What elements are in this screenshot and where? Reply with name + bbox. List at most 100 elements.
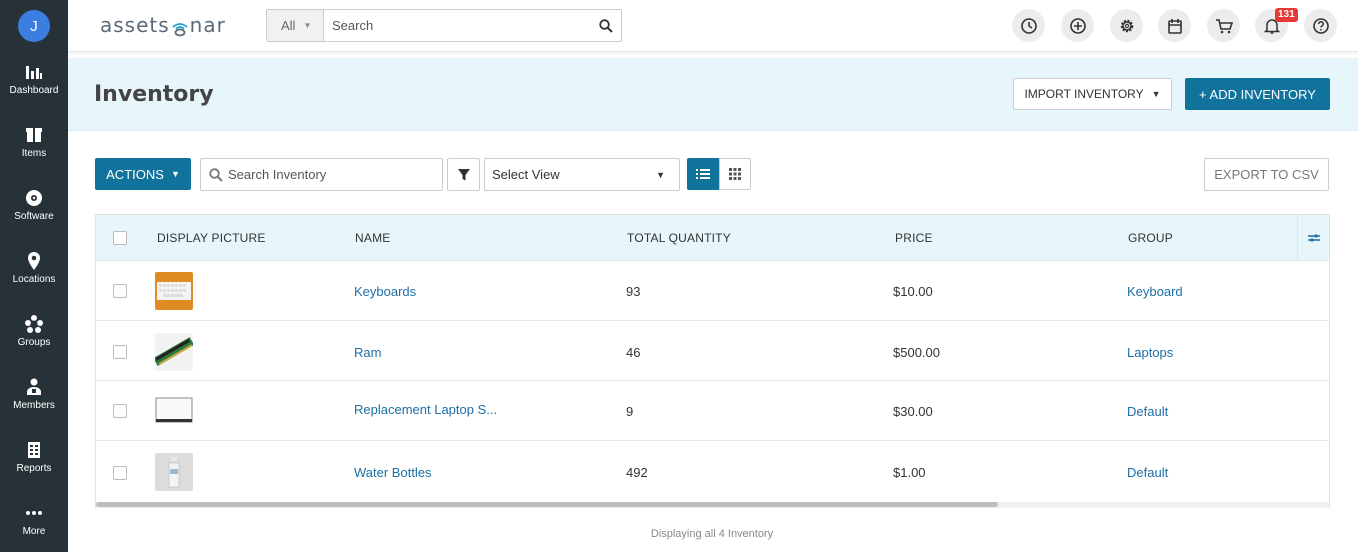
sidebar: J Dashboard Items Software Locations Gro… [0,0,68,552]
members-icon [27,378,41,395]
search-icon[interactable] [591,10,621,41]
column-header[interactable]: PRICE [895,231,933,245]
sidebar-item-label: Dashboard [9,85,59,96]
group-link[interactable]: Laptops [1127,345,1173,360]
add-inventory-button[interactable]: + ADD INVENTORY [1185,78,1330,110]
column-header[interactable]: TOTAL QUANTITY [627,231,731,245]
location-pin-icon [28,252,40,270]
column-header[interactable]: DISPLAY PICTURE [157,231,266,245]
horizontal-scrollbar[interactable] [96,502,1329,508]
page-header-band: Inventory IMPORT INVENTORY ▼ + ADD INVENT… [68,58,1358,131]
quantity-cell: 93 [626,284,641,299]
group-link[interactable]: Default [1127,465,1168,480]
global-search-input[interactable] [324,10,591,41]
settings-gear-icon [1120,19,1133,32]
chevron-down-icon: ▼ [170,169,180,179]
inventory-search [200,158,443,191]
table-row[interactable]: Replacement Laptop S... 9 $30.00 Default [96,381,1329,441]
sidebar-item-label: Software [14,211,54,222]
water-bottle-thumbnail[interactable] [155,453,193,491]
search-scope-select[interactable]: All ▼ [267,10,324,41]
inventory-search-input[interactable] [228,167,428,182]
sidebar-item-label: Groups [17,337,51,348]
settings-button[interactable] [1110,9,1143,42]
column-settings-icon [1307,234,1320,242]
group-link[interactable]: Default [1127,404,1168,419]
export-csv-button[interactable]: EXPORT TO CSV [1204,158,1329,191]
row-checkbox[interactable] [113,284,127,298]
grid-view-button[interactable] [719,158,751,190]
history-button[interactable] [1012,9,1045,42]
sidebar-item-locations[interactable]: Locations [0,251,68,311]
notification-count-badge: 131 [1275,8,1298,22]
user-avatar[interactable]: J [18,10,50,42]
row-checkbox[interactable] [113,404,127,418]
sidebar-item-label: Locations [12,274,56,285]
inventory-name-link[interactable]: Replacement Laptop S... [354,402,497,417]
table-footer-count: Displaying all 4 Inventory [650,528,774,540]
cart-icon [1215,18,1233,33]
help-icon [1312,17,1329,34]
filter-icon [457,168,470,180]
laptop-screen-thumbnail[interactable] [155,392,193,430]
history-icon [1020,17,1037,34]
more-dots-icon [26,511,42,515]
keyboard-thumbnail[interactable] [155,272,193,310]
filter-button[interactable] [447,158,480,191]
sidebar-item-groups[interactable]: Groups [0,314,68,374]
list-view-icon [696,169,710,179]
quantity-cell: 46 [626,345,641,360]
inventory-table: DISPLAY PICTURE NAME TOTAL QUANTITY PRIC… [95,214,1330,508]
list-view-button[interactable] [687,158,719,190]
logo-text-right: nar [189,13,226,37]
search-icon [209,167,223,182]
inventory-name-link[interactable]: Water Bottles [354,465,432,480]
reports-icon [28,442,40,458]
sidebar-item-software[interactable]: Software [0,188,68,248]
table-row[interactable]: Keyboards 93 $10.00 Keyboard [96,261,1329,321]
column-header[interactable]: NAME [355,231,390,245]
help-button[interactable] [1304,9,1337,42]
global-search: All ▼ [266,9,622,42]
row-checkbox[interactable] [113,466,127,480]
software-icon [26,190,42,206]
inventory-name-link[interactable]: Ram [354,345,381,360]
ram-thumbnail[interactable] [155,333,193,371]
logo-text-left: assets [100,13,170,37]
chevron-down-icon: ▼ [1151,89,1161,99]
price-cell: $30.00 [893,404,933,419]
sidebar-item-items[interactable]: Items [0,125,68,185]
price-cell: $500.00 [893,345,940,360]
select-all-checkbox[interactable] [113,231,127,245]
scrollbar-thumb[interactable] [96,502,998,507]
price-cell: $1.00 [893,465,926,480]
sidebar-item-members[interactable]: Members [0,377,68,437]
select-view-dropdown[interactable]: Select View ▼ [484,158,680,191]
quantity-cell: 9 [626,404,634,419]
inventory-name-link[interactable]: Keyboards [354,284,416,299]
assetsonar-logo[interactable]: assets nar [100,13,226,37]
row-checkbox[interactable] [113,345,127,359]
actions-button[interactable]: ACTIONS ▼ [95,158,191,190]
group-link[interactable]: Keyboard [1127,284,1183,299]
sidebar-item-label: Items [21,148,47,159]
cart-button[interactable] [1207,9,1240,42]
import-inventory-button[interactable]: IMPORT INVENTORY ▼ [1013,78,1172,110]
sidebar-item-dashboard[interactable]: Dashboard [0,62,68,122]
table-header: DISPLAY PICTURE NAME TOTAL QUANTITY PRIC… [96,215,1329,261]
sidebar-item-reports[interactable]: Reports [0,440,68,500]
sidebar-item-label: Reports [16,463,52,474]
top-header: assets nar All▼ 131 [68,0,1358,52]
calendar-button[interactable] [1158,9,1191,42]
quick-add-button[interactable] [1061,9,1094,42]
column-header[interactable]: GROUP [1128,231,1173,245]
items-icon [26,128,42,142]
quantity-cell: 492 [626,465,648,480]
notifications-button[interactable]: 131 [1255,8,1298,42]
price-cell: $10.00 [893,284,933,299]
table-row[interactable]: Ram 46 $500.00 Laptops [96,321,1329,381]
sidebar-item-label: Members [13,400,55,411]
column-settings-button[interactable] [1297,215,1329,261]
page-title: Inventory [94,82,214,107]
table-row[interactable]: Water Bottles 492 $1.00 Default [96,441,1329,501]
